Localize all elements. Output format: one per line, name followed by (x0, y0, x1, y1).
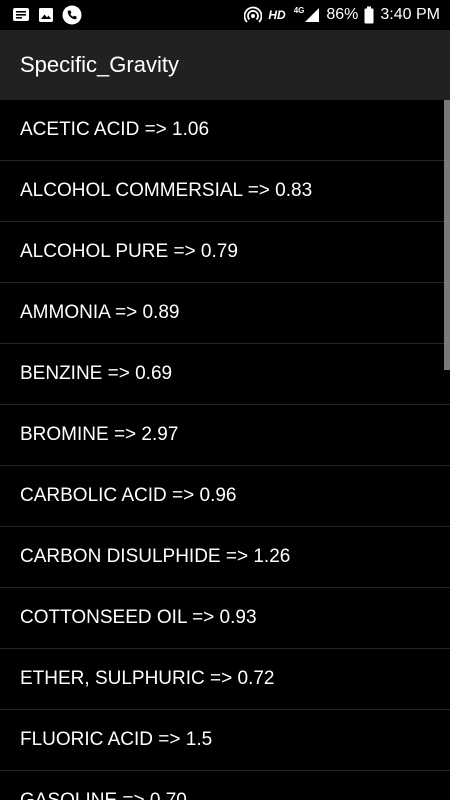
list-item[interactable]: ALCOHOL COMMERSIAL => 0.83 (0, 161, 450, 222)
battery-icon (364, 6, 374, 24)
message-icon (12, 7, 30, 23)
list-item[interactable]: ALCOHOL PURE => 0.79 (0, 222, 450, 283)
battery-percent: 86% (326, 6, 359, 23)
list-item[interactable]: ACETIC ACID => 1.06 (0, 100, 450, 161)
image-icon (38, 7, 54, 23)
list-item[interactable]: FLUORIC ACID => 1.5 (0, 710, 450, 771)
list-item[interactable]: ETHER, SULPHURIC => 0.72 (0, 649, 450, 710)
signal-icon: 4G (292, 5, 321, 23)
network-type-label: 4G (293, 5, 305, 15)
list-item[interactable]: CARBON DISULPHIDE => 1.26 (0, 527, 450, 588)
list-item[interactable]: COTTONSEED OIL => 0.93 (0, 588, 450, 649)
status-bar: HD 4G 86% 3:40 PM (0, 0, 450, 30)
app-bar: Specific_Gravity (0, 30, 450, 100)
status-right-icons: HD 4G 86% 3:40 PM (238, 6, 440, 24)
hotspot-icon (244, 6, 263, 24)
list-item[interactable]: BROMINE => 2.97 (0, 405, 450, 466)
phone-icon (62, 5, 82, 25)
specific-gravity-list[interactable]: ACETIC ACID => 1.06 ALCOHOL COMMERSIAL =… (0, 100, 450, 800)
status-left-icons (12, 5, 90, 25)
app-title: Specific_Gravity (20, 52, 179, 77)
list-item[interactable]: CARBOLIC ACID => 0.96 (0, 466, 450, 527)
list-item[interactable]: GASOLINE => 0.70 (0, 771, 450, 800)
clock: 3:40 PM (380, 6, 440, 23)
scrollbar[interactable] (444, 100, 450, 370)
network-hd-label: HD (268, 8, 286, 22)
list-item[interactable]: AMMONIA => 0.89 (0, 283, 450, 344)
list-item[interactable]: BENZINE => 0.69 (0, 344, 450, 405)
